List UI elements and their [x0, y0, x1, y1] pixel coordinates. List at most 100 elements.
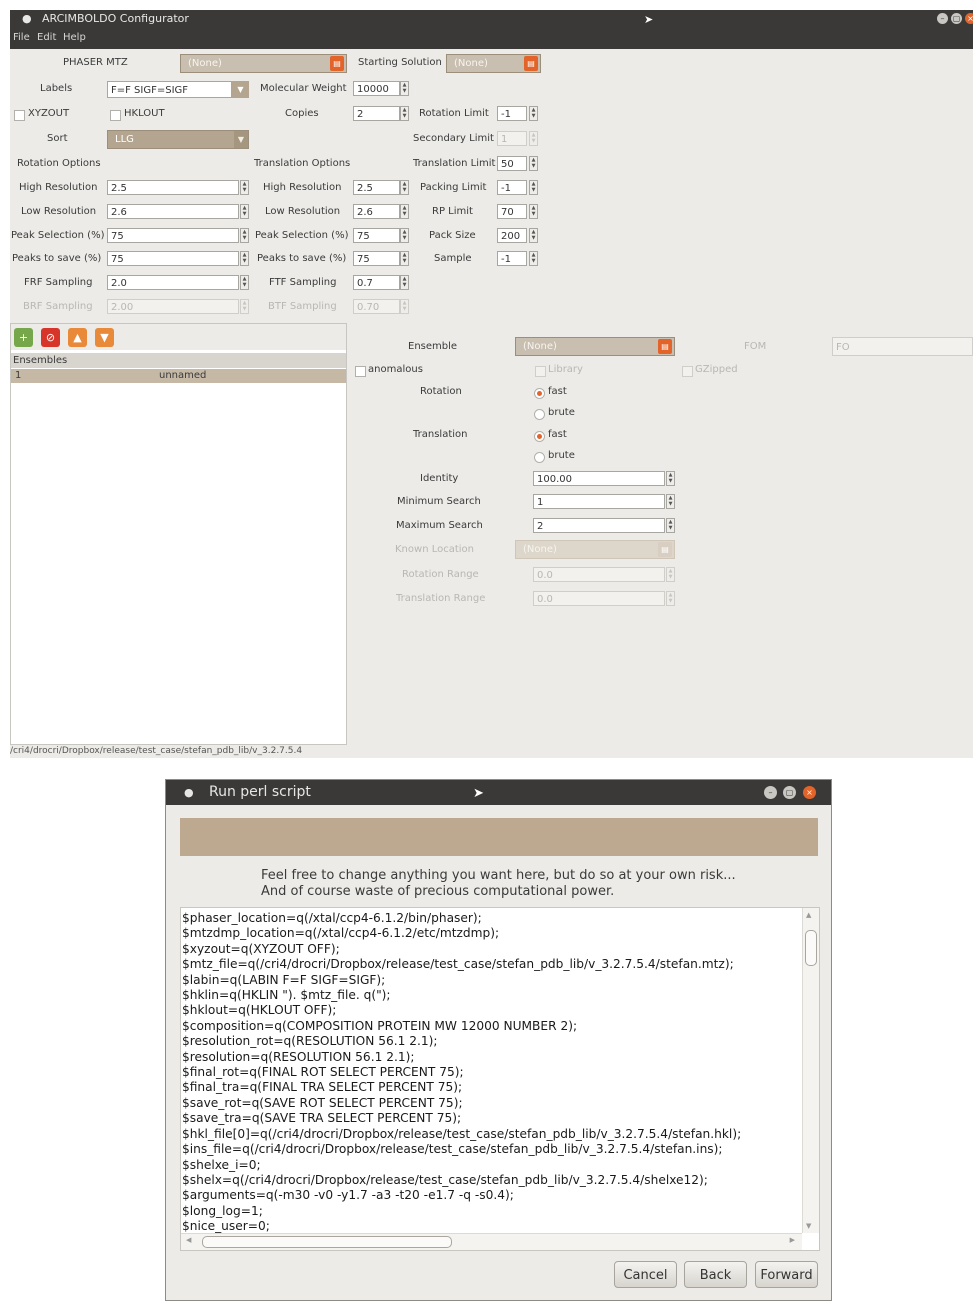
known-location-selector[interactable]: (None) ▤ — [515, 540, 675, 559]
rotation-range-field[interactable]: 0.0 — [533, 567, 665, 582]
list-item[interactable]: 1 unnamed — [11, 369, 346, 383]
btf-sampling-field[interactable]: 0.70 — [353, 299, 400, 314]
library-checkbox[interactable] — [535, 366, 546, 377]
minimize-icon[interactable]: – — [937, 13, 948, 24]
maximum-search-field[interactable]: 2 — [533, 518, 665, 533]
translation-brute-radio[interactable] — [534, 452, 545, 463]
down-icon[interactable]: ▼ — [95, 328, 114, 347]
vertical-scrollbar[interactable]: ▲ ▼ — [802, 908, 819, 1233]
molecular-weight-field[interactable]: 10000 — [353, 81, 400, 96]
folder-open-icon[interactable]: ▤ — [658, 339, 672, 354]
pack-size-field[interactable]: 200 — [497, 228, 527, 243]
translation-peak-selection-field[interactable]: 75 — [353, 228, 400, 243]
folder-open-icon[interactable]: ▤ — [658, 542, 672, 557]
identity-stepper[interactable]: ▲ ▼ — [666, 471, 675, 486]
molecular-weight-stepper[interactable]: ▲ ▼ — [400, 81, 409, 96]
translation-low-resolution-field[interactable]: 2.6 — [353, 204, 400, 219]
folder-open-icon[interactable]: ▤ — [330, 56, 344, 71]
rotation-high-resolution-field[interactable]: 2.5 — [107, 180, 239, 195]
menu-file[interactable]: File — [13, 32, 30, 43]
window-titlebar[interactable]: ● ARCIMBOLDO Configurator ➤ – ▢ × — [10, 10, 973, 29]
horizontal-scroll-thumb[interactable] — [202, 1236, 452, 1248]
dialog-titlebar[interactable]: ● Run perl script ➤ – ▢ × — [166, 780, 831, 805]
copies-field[interactable]: 2 — [353, 106, 400, 121]
frf-sampling-field[interactable]: 2.0 — [107, 275, 239, 290]
rotation-peaks-to-save-stepper[interactable]: ▲ ▼ — [240, 251, 249, 266]
back-button[interactable]: Back — [684, 1261, 747, 1288]
window-menu-icon[interactable]: ● — [22, 12, 32, 25]
translation-peaks-to-save-field[interactable]: 75 — [353, 251, 400, 266]
anomalous-checkbox[interactable] — [355, 366, 366, 377]
minimum-search-stepper[interactable]: ▲ ▼ — [666, 494, 675, 509]
starting-solution-selector[interactable]: (None) ▤ — [446, 54, 541, 73]
maximize-icon[interactable]: ▢ — [783, 786, 796, 799]
hklout-checkbox[interactable] — [110, 110, 121, 121]
script-editor[interactable]: $phaser_location=q(/xtal/ccp4-6.1.2/bin/… — [180, 907, 820, 1251]
chevron-down-icon[interactable]: ▼ — [232, 81, 249, 98]
ftf-sampling-field[interactable]: 0.7 — [353, 275, 400, 290]
translation-peaks-to-save-stepper[interactable]: ▲ ▼ — [400, 251, 409, 266]
labels-select[interactable]: F=F SIGF=SIGF — [107, 81, 232, 98]
rotation-limit-stepper[interactable]: ▲ ▼ — [529, 106, 538, 121]
translation-high-resolution-field[interactable]: 2.5 — [353, 180, 400, 195]
ensemble-selector[interactable]: (None) ▤ — [515, 337, 675, 356]
translation-range-stepper[interactable]: ▲ ▼ — [666, 591, 675, 606]
brf-sampling-field[interactable]: 2.00 — [107, 299, 239, 314]
translation-peak-selection-stepper[interactable]: ▲ ▼ — [400, 228, 409, 243]
close-icon[interactable]: × — [803, 786, 816, 799]
ftf-sampling-stepper[interactable]: ▲ ▼ — [400, 275, 409, 290]
xyzout-checkbox[interactable] — [14, 110, 25, 121]
rotation-low-resolution-stepper[interactable]: ▲ ▼ — [240, 204, 249, 219]
script-text[interactable]: $phaser_location=q(/xtal/ccp4-6.1.2/bin/… — [182, 911, 741, 1235]
scroll-up-icon[interactable]: ▲ — [806, 911, 811, 919]
maximum-search-stepper[interactable]: ▲ ▼ — [666, 518, 675, 533]
translation-low-resolution-stepper[interactable]: ▲ ▼ — [400, 204, 409, 219]
minimum-search-field[interactable]: 1 — [533, 494, 665, 509]
rotation-peak-selection-stepper[interactable]: ▲ ▼ — [240, 228, 249, 243]
btf-sampling-stepper[interactable]: ▲ ▼ — [400, 299, 409, 314]
folder-open-icon[interactable]: ▤ — [524, 56, 538, 71]
secondary-limit-stepper[interactable]: ▲ ▼ — [529, 131, 538, 146]
secondary-limit-field[interactable]: 1 — [497, 131, 527, 146]
brf-sampling-stepper[interactable]: ▲ ▼ — [240, 299, 249, 314]
translation-limit-field[interactable]: 50 — [497, 156, 527, 171]
scroll-left-icon[interactable]: ◀ — [186, 1236, 191, 1244]
cancel-button[interactable]: Cancel — [614, 1261, 677, 1288]
rotation-fast-radio[interactable] — [534, 388, 545, 399]
packing-limit-stepper[interactable]: ▲ ▼ — [529, 180, 538, 195]
translation-fast-radio[interactable] — [534, 431, 545, 442]
rotation-peak-selection-field[interactable]: 75 — [107, 228, 239, 243]
copies-stepper[interactable]: ▲ ▼ — [400, 106, 409, 121]
sample-field[interactable]: -1 — [497, 251, 527, 266]
rotation-low-resolution-field[interactable]: 2.6 — [107, 204, 239, 219]
pack-size-stepper[interactable]: ▲ ▼ — [529, 228, 538, 243]
rotation-brute-radio[interactable] — [534, 409, 545, 420]
packing-limit-field[interactable]: -1 — [497, 180, 527, 195]
vertical-scroll-thumb[interactable] — [805, 930, 817, 966]
scroll-right-icon[interactable]: ▶ — [790, 1236, 795, 1244]
horizontal-scrollbar[interactable]: ◀ ▶ — [181, 1233, 802, 1250]
scroll-down-icon[interactable]: ▼ — [806, 1222, 811, 1230]
rotation-limit-field[interactable]: -1 — [497, 106, 527, 121]
menu-help[interactable]: Help — [63, 32, 86, 43]
up-icon[interactable]: ▲ — [68, 328, 87, 347]
sort-select[interactable]: LLG ▼ — [107, 130, 249, 149]
fom-field[interactable]: FO — [832, 337, 973, 356]
rp-limit-field[interactable]: 70 — [497, 204, 527, 219]
rotation-high-resolution-stepper[interactable]: ▲ ▼ — [240, 180, 249, 195]
menu-edit[interactable]: Edit — [37, 32, 56, 43]
rotation-peaks-to-save-field[interactable]: 75 — [107, 251, 239, 266]
phaser-mtz-selector[interactable]: (None) ▤ — [180, 54, 347, 73]
sample-stepper[interactable]: ▲ ▼ — [529, 251, 538, 266]
remove-icon[interactable]: ⊘ — [41, 328, 60, 347]
gzipped-checkbox[interactable] — [682, 366, 693, 377]
minimize-icon[interactable]: – — [764, 786, 777, 799]
forward-button[interactable]: Forward — [755, 1261, 818, 1288]
identity-field[interactable]: 100.00 — [533, 471, 665, 486]
close-icon[interactable]: × — [965, 13, 973, 24]
translation-high-resolution-stepper[interactable]: ▲ ▼ — [400, 180, 409, 195]
add-icon[interactable]: + — [14, 328, 33, 347]
translation-range-field[interactable]: 0.0 — [533, 591, 665, 606]
frf-sampling-stepper[interactable]: ▲ ▼ — [240, 275, 249, 290]
rp-limit-stepper[interactable]: ▲ ▼ — [529, 204, 538, 219]
